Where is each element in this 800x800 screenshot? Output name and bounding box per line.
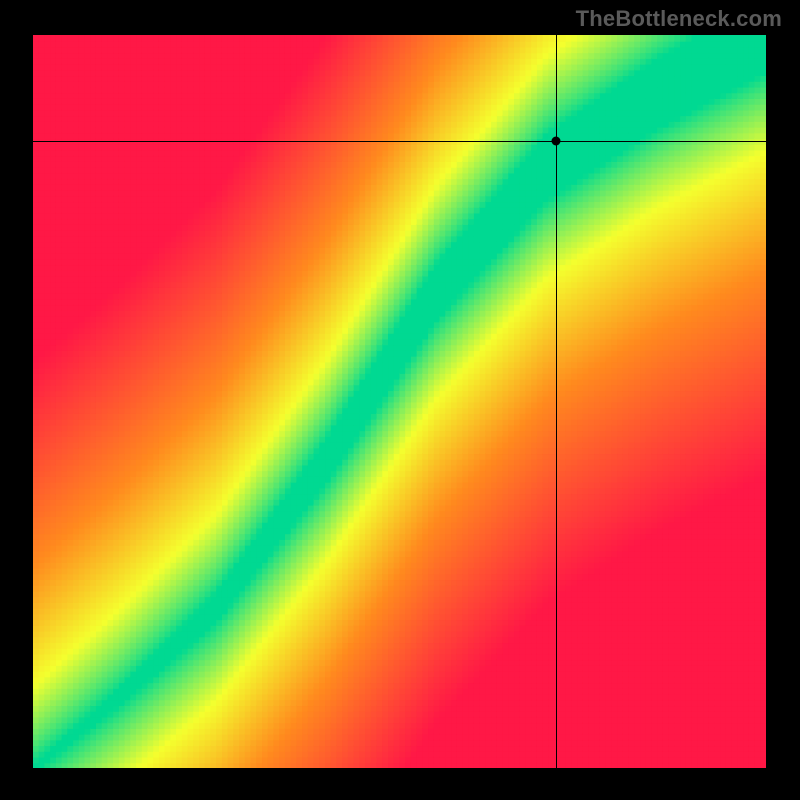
watermark-label: TheBottleneck.com <box>576 6 782 32</box>
heatmap-plot <box>33 35 766 768</box>
chart-stage: TheBottleneck.com <box>0 0 800 800</box>
heatmap-canvas <box>33 35 766 768</box>
crosshair-horizontal <box>33 141 766 142</box>
marker-dot <box>551 137 560 146</box>
